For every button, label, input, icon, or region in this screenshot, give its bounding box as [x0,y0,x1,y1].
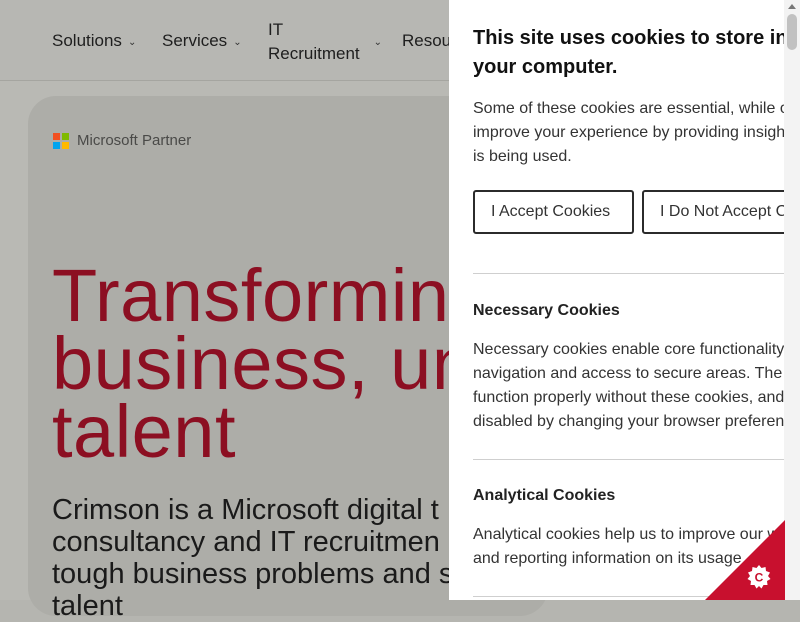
hero-title: Transforming business, unl talent [52,254,492,473]
analytical-cookies-title: Analytical Cookies [473,487,616,504]
nav-item-services[interactable]: Services ⌄ [162,31,242,51]
nav-item-label: IT Recruitment [268,20,360,63]
nav-item-solutions[interactable]: Solutions ⌄ [52,31,136,51]
cookie-settings-icon[interactable]: C [746,564,772,590]
chevron-down-icon: ⌄ [373,37,383,48]
nav-item-resources[interactable]: Resou [402,31,451,51]
svg-text:C: C [755,571,764,585]
scrollbar-thumb[interactable] [787,14,797,50]
nav-item-it-recruitment[interactable]: IT Recruitment ⌄ [268,18,382,66]
divider [473,459,800,460]
scroll-up-arrow-icon[interactable] [788,4,796,9]
nav-item-label: Services [162,31,228,50]
cookie-panel-scrollbar[interactable] [784,0,800,600]
accept-cookies-button[interactable]: I Accept Cookies [473,190,634,234]
nav-item-label: Solutions [52,31,122,50]
chevron-down-icon: ⌄ [127,36,137,48]
divider [473,273,800,274]
decline-cookies-button[interactable]: I Do Not Accept C [642,190,800,234]
microsoft-partner-badge: Microsoft Partner [53,132,191,149]
partner-label: Microsoft Partner [77,132,192,149]
cookie-title: This site uses cookies to store infor yo… [473,27,800,78]
necessary-cookies-text: Necessary cookies enable core functional… [473,341,785,430]
chevron-down-icon: ⌄ [233,36,242,48]
microsoft-logo-icon [53,132,69,149]
necessary-cookies-title: Necessary Cookies [473,302,620,319]
cookie-description: Some of these cookies are essential, whi… [473,100,789,165]
nav-item-label: Resou [402,31,452,50]
cookie-consent-panel: This site uses cookies to store infor yo… [449,0,800,600]
